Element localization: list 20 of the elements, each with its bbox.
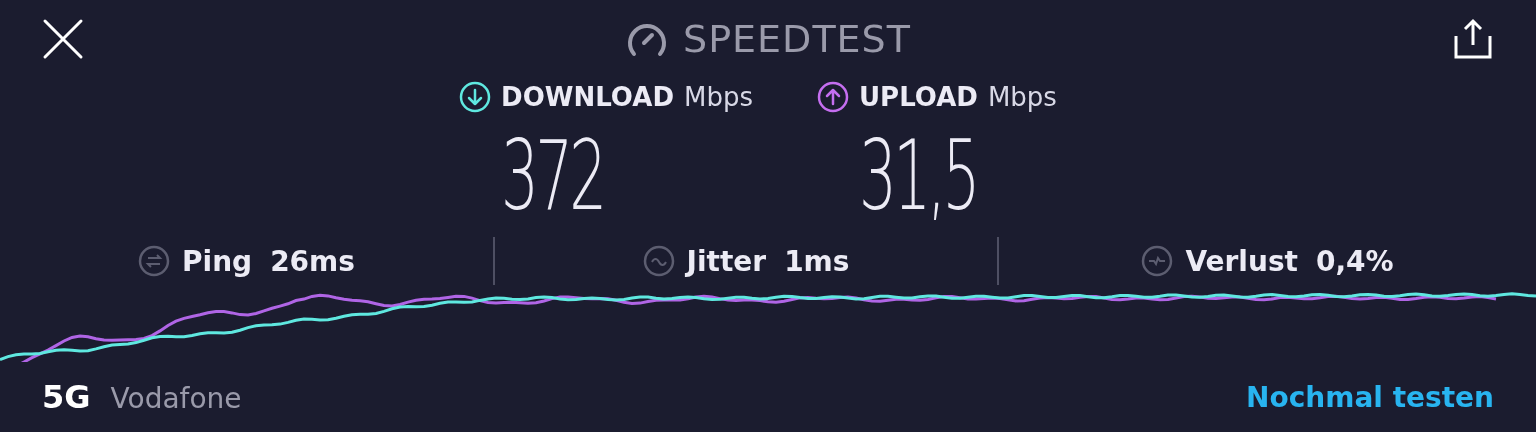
arrows-icon: [138, 245, 171, 277]
arrow-up-icon: [816, 81, 849, 113]
speed-value: 372: [501, 119, 604, 234]
arrow-down-icon: [459, 81, 492, 113]
app-title: SPEEDTEST: [683, 17, 911, 61]
speed-label: DOWNLOAD: [501, 82, 674, 112]
speed-unit: Mbps: [683, 82, 753, 112]
stat-label: Ping: [182, 244, 253, 278]
provider-name: Vodafone: [110, 382, 242, 415]
stat-label: Verlust: [1185, 244, 1298, 278]
stat-value: 26ms: [270, 244, 355, 278]
network-type: 5G: [42, 378, 91, 416]
stat-label: Jitter: [686, 244, 767, 278]
speed-label: UPLOAD: [858, 82, 978, 112]
stat-value: 1ms: [784, 244, 850, 278]
speed-unit: Mbps: [987, 82, 1057, 112]
retry-link[interactable]: Nochmal testen: [1246, 380, 1494, 414]
stat-value: 0,4%: [1315, 244, 1394, 278]
wave-icon: [642, 245, 675, 277]
speed-value: 31,5: [858, 119, 977, 234]
